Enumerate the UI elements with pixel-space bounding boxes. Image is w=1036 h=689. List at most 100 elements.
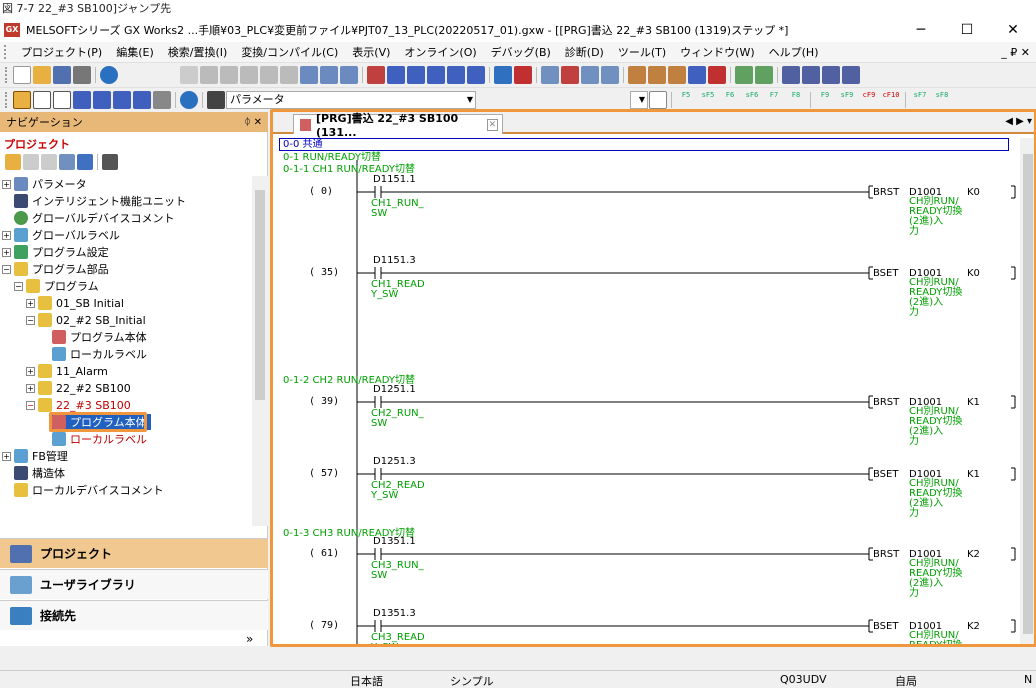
ladder-convert-icon[interactable] — [708, 66, 726, 84]
tree-item-22-2-sb100[interactable]: +22_#2 SB100 — [26, 380, 131, 396]
collapse-icon[interactable]: − — [26, 315, 35, 325]
monitor-stop-icon[interactable] — [427, 66, 445, 84]
pulse-sf7-button[interactable]: sF7 — [910, 91, 930, 109]
tree-item-fb-management[interactable]: + FB管理 — [2, 448, 68, 464]
tree-item-01-sb-initial[interactable]: +01_SB Initial — [26, 295, 124, 311]
scroll-thumb[interactable] — [1023, 154, 1033, 634]
tree-item-local-label[interactable]: ローカルラベル — [52, 346, 147, 362]
scroll-thumb[interactable] — [255, 190, 265, 400]
tree-item-parameter[interactable]: + パラメータ — [2, 176, 87, 192]
close-button[interactable]: ✕ — [990, 18, 1036, 42]
tree-item-program-body-selected[interactable]: プログラム本体 — [52, 414, 151, 430]
monitor-icon[interactable] — [407, 66, 425, 84]
nav-user-library-button[interactable]: ユーザライブラリ — [0, 569, 268, 599]
step-run-icon[interactable] — [581, 66, 599, 84]
settings-icon[interactable] — [153, 91, 171, 109]
instruction-name[interactable]: BSET — [873, 621, 898, 632]
contact-device[interactable]: D1151.1 — [373, 174, 416, 185]
online-read-icon[interactable] — [387, 66, 405, 84]
delete-line-cf10-button[interactable]: cF10 — [881, 91, 901, 109]
new-file-icon[interactable] — [13, 66, 31, 84]
nav-project-button[interactable]: プロジェクト — [0, 538, 268, 568]
toolbar-dropdown-icon[interactable] — [180, 66, 198, 84]
line-f9-button[interactable]: F9 — [815, 91, 835, 109]
editor-scrollbar[interactable] — [1020, 138, 1036, 646]
instruction-name[interactable]: BSET — [873, 469, 898, 480]
watch-icon[interactable] — [467, 66, 485, 84]
contact-f5-button[interactable]: F5 — [676, 91, 696, 109]
column-10-icon[interactable] — [822, 66, 840, 84]
contact-device[interactable]: D1151.3 — [373, 255, 416, 266]
pin-close-icon[interactable]: ᛰ ✕ — [244, 117, 262, 128]
instruction-constant[interactable]: K2 — [967, 621, 980, 632]
toolbar-grip[interactable] — [5, 67, 9, 83]
tree-item-global-label[interactable]: + グローバルラベル — [2, 227, 120, 243]
device-register-icon[interactable] — [113, 91, 131, 109]
zoom-in-icon[interactable] — [735, 66, 753, 84]
collapse-icon[interactable]: − — [26, 400, 35, 410]
contact-f6-button[interactable]: F6 — [720, 91, 740, 109]
paste-item-icon[interactable] — [41, 154, 57, 170]
redo-icon[interactable] — [280, 66, 298, 84]
combo-small[interactable]: ▼ — [630, 91, 648, 109]
expand-icon[interactable]: + — [2, 230, 11, 240]
tree-item-program-parts[interactable]: − プログラム部品 — [2, 261, 109, 277]
instruction-name[interactable]: BSET — [873, 268, 898, 279]
expand-icon[interactable]: + — [26, 298, 35, 308]
menu-find-replace[interactable]: 検索/置換(I) — [161, 44, 235, 60]
list-icon[interactable] — [53, 91, 71, 109]
delete-line-cf9-button[interactable]: cF9 — [859, 91, 879, 109]
simulate-stop-icon[interactable] — [514, 66, 532, 84]
verify-program-icon[interactable] — [340, 66, 358, 84]
contact-sf6-button[interactable]: sF6 — [742, 91, 762, 109]
expand-icon[interactable]: + — [26, 366, 35, 376]
menu-window[interactable]: ウィンドウ(W) — [673, 44, 761, 60]
tree-item-intelligent-unit[interactable]: インテリジェント機能ユニット — [14, 193, 186, 209]
navigation-toggle-icon[interactable] — [13, 91, 31, 109]
menu-grip[interactable] — [4, 45, 10, 59]
skip-icon[interactable] — [601, 66, 619, 84]
collapse-icon[interactable]: − — [14, 281, 23, 291]
collapse-icon[interactable]: − — [2, 264, 11, 274]
tree-item-local-label-2[interactable]: ローカルラベル — [52, 431, 147, 447]
monitor-write-icon[interactable] — [447, 66, 465, 84]
device-status-icon[interactable] — [133, 91, 151, 109]
expand-icon[interactable]: + — [2, 247, 11, 257]
parameter-combo[interactable]: パラメータ ▼ — [226, 91, 476, 109]
ladder-canvas[interactable]: 0-0 共通 0-1 RUN/READY切替 0-1-1 CH1 RUN/REA… — [279, 138, 1019, 646]
menu-online[interactable]: オンライン(O) — [397, 44, 483, 60]
tab-program-body[interactable]: [PRG]書込 22_#3 SB100 (131... ✕ — [293, 112, 503, 139]
simulate-start-icon[interactable] — [494, 66, 512, 84]
online-write-icon[interactable] — [367, 66, 385, 84]
instruction-name[interactable]: BRST — [873, 397, 899, 408]
find-binoculars-icon[interactable] — [207, 91, 225, 109]
pulse-sf8-button[interactable]: sF8 — [932, 91, 952, 109]
tab-close-icon[interactable]: ✕ — [486, 118, 498, 131]
menu-tool[interactable]: ツール(T) — [611, 44, 673, 60]
tab-nav-arrows[interactable]: ◀ ▶ ▾ — [1005, 116, 1032, 127]
expand-icon[interactable]: + — [26, 383, 35, 393]
copy-icon[interactable] — [220, 66, 238, 84]
properties-icon[interactable] — [59, 154, 75, 170]
menu-view[interactable]: 表示(V) — [345, 44, 397, 60]
column-2-icon[interactable] — [782, 66, 800, 84]
maximize-button[interactable]: ☐ — [944, 18, 990, 42]
menu-debug[interactable]: デバッグ(B) — [484, 44, 558, 60]
instruction-constant[interactable]: K2 — [967, 549, 980, 560]
contact-device[interactable]: D1251.3 — [373, 456, 416, 467]
tree-item-02-sb-initial[interactable]: − 02_#2 SB_Initial — [26, 312, 146, 328]
save-icon[interactable] — [53, 66, 71, 84]
nav-connection-button[interactable]: 接続先 — [0, 600, 268, 630]
device-test-icon[interactable] — [541, 66, 559, 84]
ladder-comment-icon[interactable] — [688, 66, 706, 84]
instruction-constant[interactable]: K0 — [967, 268, 980, 279]
instruction-constant[interactable]: K1 — [967, 397, 980, 408]
expand-icon[interactable]: + — [2, 451, 11, 461]
device-memory-icon[interactable] — [73, 91, 91, 109]
menu-help[interactable]: ヘルプ(H) — [762, 44, 826, 60]
tree-item-11-alarm[interactable]: +11_Alarm — [26, 363, 108, 379]
copy-item-icon[interactable] — [23, 154, 39, 170]
tree-item-global-device-comment[interactable]: グローバルデバイスコメント — [14, 210, 175, 226]
contact-device[interactable]: D1251.1 — [373, 384, 416, 395]
contact-device[interactable]: D1351.1 — [373, 536, 416, 547]
